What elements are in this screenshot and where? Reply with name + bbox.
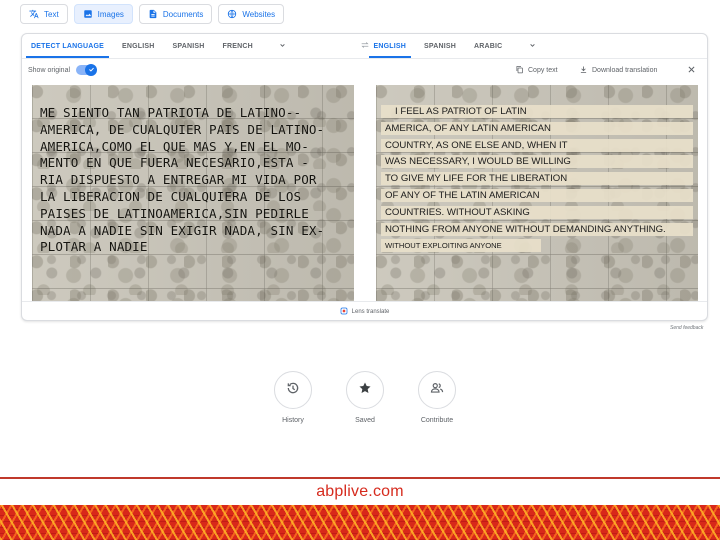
chevron-down-icon (278, 37, 287, 55)
decorative-pattern (0, 505, 720, 540)
target-lang-arabic[interactable]: ARABIC (465, 34, 511, 58)
target-lang-english[interactable]: ENGLISH (365, 34, 416, 58)
original-text-block: ME SIENTO TAN PATRIOTA DE LATINO-- AMERIC… (40, 105, 350, 256)
translator-card: DETECT LANGUAGE ENGLISH SPANISH FRENCH E… (21, 33, 708, 321)
swap-languages-button[interactable] (359, 40, 371, 52)
globe-icon (227, 9, 237, 19)
saved-label: Saved (355, 417, 375, 424)
mode-tab-label: Websites (242, 9, 276, 19)
original-image: ME SIENTO TAN PATRIOTA DE LATINO-- AMERIC… (32, 85, 354, 301)
original-text-line: RIA DISPUESTO A ENTREGAR MI VIDA POR (40, 172, 317, 188)
translated-text-line: NOTHING FROM ANYONE WITHOUT DEMANDING AN… (381, 222, 693, 236)
original-text-line: LA LIBERACION DE CUALQUIERA DE LOS (40, 188, 302, 204)
show-original-label: Show original (28, 66, 71, 74)
send-feedback-link[interactable]: Send feedback (670, 325, 703, 331)
lens-translate-footer[interactable]: Lens translate (22, 301, 707, 320)
translated-text-line: TO GIVE MY LIFE FOR THE LIBERATION (381, 172, 693, 186)
mode-tab-documents[interactable]: Documents (138, 4, 213, 24)
original-text-line: AMERICA,COMO EL QUE MAS Y,EN EL MO- (40, 138, 309, 154)
history-circle (274, 371, 312, 409)
divider (22, 58, 707, 59)
image-icon (83, 9, 93, 19)
source-lang-spanish[interactable]: SPANISH (164, 34, 214, 58)
brand-strip: abplive.com (0, 479, 720, 505)
translated-text-line: COUNTRY, AS ONE ELSE AND, WHEN IT (381, 138, 693, 152)
copy-text-button[interactable]: Copy text (515, 65, 558, 76)
saved-circle (346, 371, 384, 409)
check-icon (88, 66, 95, 75)
show-original-toggle-group: Show original (28, 64, 98, 76)
document-icon (148, 9, 158, 19)
star-icon (358, 381, 372, 400)
translated-text-line: COUNTRIES. WITHOUT ASKING (381, 205, 693, 219)
translated-image: I FEEL AS PATRIOT OF LATIN AMERICA, OF AN… (376, 85, 698, 301)
translate-icon (29, 9, 39, 19)
chevron-down-icon (528, 37, 537, 55)
source-lang-english[interactable]: ENGLISH (113, 34, 164, 58)
translated-text-line: OF ANY OF THE LATIN AMERICAN (381, 188, 693, 202)
mode-tab-label: Images (97, 9, 124, 19)
original-text-line: PLOTAR A NADIE (40, 239, 148, 255)
toggle-knob (85, 64, 98, 76)
saved-button[interactable]: Saved (345, 371, 385, 424)
brand-watermark: abplive.com (316, 483, 404, 500)
copy-text-label: Copy text (528, 67, 558, 74)
translated-text-block: I FEEL AS PATRIOT OF LATIN AMERICA, OF AN… (381, 105, 693, 256)
source-lang-detect[interactable]: DETECT LANGUAGE (22, 34, 113, 58)
download-icon (579, 65, 588, 76)
lens-translate-label: Lens translate (351, 309, 390, 315)
original-text-line: ME SIENTO TAN PATRIOTA DE LATINO-- (40, 105, 302, 120)
close-icon (687, 61, 696, 79)
mode-tab-label: Text (44, 9, 59, 19)
source-lang-french[interactable]: FRENCH (214, 34, 262, 58)
copy-icon (515, 65, 524, 76)
target-lang-dropdown[interactable] (523, 34, 541, 58)
source-language-bar: DETECT LANGUAGE ENGLISH SPANISH FRENCH (22, 34, 365, 58)
translate-page: Text Images Documents Websites DETECT LA… (0, 0, 720, 540)
people-icon (430, 381, 444, 400)
lens-icon (340, 307, 348, 317)
target-lang-spanish[interactable]: SPANISH (415, 34, 465, 58)
source-lang-dropdown[interactable] (274, 34, 292, 58)
mode-tabs: Text Images Documents Websites (20, 4, 285, 24)
close-button[interactable] (685, 64, 697, 76)
mode-tab-text[interactable]: Text (20, 4, 68, 24)
translated-text-line: I FEEL AS PATRIOT OF LATIN (381, 105, 693, 118)
mode-tab-websites[interactable]: Websites (218, 4, 285, 24)
history-label: History (282, 417, 304, 424)
language-bar: DETECT LANGUAGE ENGLISH SPANISH FRENCH E… (22, 34, 707, 58)
contribute-circle (418, 371, 456, 409)
original-text-line: NADA A NADIE SIN EXIGIR NADA, SIN EX- (40, 222, 325, 238)
original-text-line: PAISES DE LATINOAMERICA,SIN PEDIRLE (40, 205, 309, 221)
history-icon (286, 381, 300, 400)
history-button[interactable]: History (273, 371, 313, 424)
original-text-line: AMERICA, DE CUALQUIER PAIS DE LATINO- (40, 121, 325, 137)
options-row: Show original Copy text Download transla… (22, 62, 707, 80)
translated-text-line: WAS NECESSARY, I WOULD BE WILLING (381, 155, 693, 169)
contribute-button[interactable]: Contribute (417, 371, 457, 424)
download-translation-button[interactable]: Download translation (579, 65, 657, 76)
original-text-line: MENTO EN QUE FUERA NECESARIO,ESTA - (40, 155, 309, 171)
translated-text-line: AMERICA, OF ANY LATIN AMERICAN (381, 121, 693, 135)
swap-icon (360, 37, 370, 55)
mode-tab-label: Documents (162, 9, 204, 19)
mode-tab-images[interactable]: Images (73, 4, 133, 24)
translated-text-line: WITHOUT EXPLOITING ANYONE (381, 239, 541, 253)
show-original-toggle[interactable] (76, 64, 98, 76)
contribute-label: Contribute (420, 417, 454, 424)
target-language-bar: ENGLISH SPANISH ARABIC (365, 34, 708, 58)
download-label: Download translation (592, 67, 658, 74)
